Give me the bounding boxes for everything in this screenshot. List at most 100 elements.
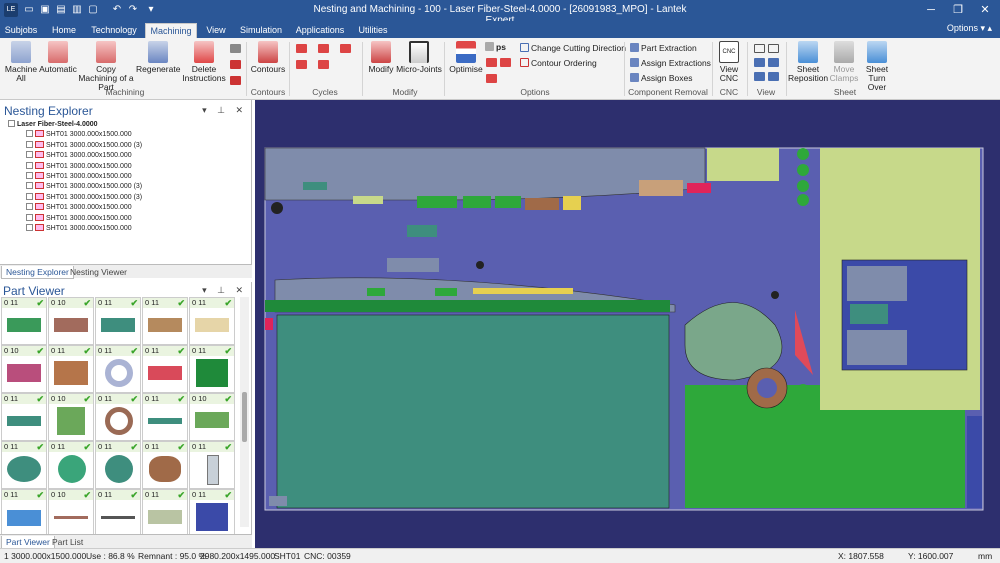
open-icon[interactable]: ▢ — [86, 3, 100, 17]
tab-applications[interactable]: Applications — [294, 23, 346, 38]
info-icon[interactable] — [754, 44, 765, 53]
part-cell[interactable]: 0 10 ✔ — [48, 489, 94, 537]
corner-cycle-icon[interactable] — [340, 44, 351, 53]
machine-all-button[interactable]: Machine All — [4, 41, 38, 83]
part-cell[interactable]: 0 11 ✔ — [95, 345, 141, 393]
tree-item[interactable]: SHT01 3000.000x1500.000 — [0, 151, 250, 161]
part-cell[interactable]: 0 11 ✔ — [1, 489, 47, 537]
part-cell[interactable]: 0 11 ✔ — [189, 489, 235, 537]
star-cycle-icon[interactable] — [296, 60, 307, 69]
expand-icon[interactable] — [26, 182, 33, 190]
part-cell[interactable]: 0 10 ✔ — [48, 393, 94, 441]
line-icon[interactable] — [230, 60, 241, 69]
part-cell[interactable]: 0 11 ✔ — [189, 297, 235, 345]
tree-root[interactable]: Laser Fiber-Steel-4.0000 — [0, 120, 250, 130]
optimise-button[interactable]: Optimise — [448, 41, 484, 74]
assign-extractions-button[interactable]: Assign Extractions — [630, 58, 711, 68]
expand-icon[interactable] — [26, 161, 33, 169]
save-icon[interactable]: ▣ — [38, 3, 52, 17]
expand-icon[interactable] — [26, 140, 33, 148]
part-cell[interactable]: 0 11 ✔ — [95, 393, 141, 441]
view-toggle-2-icon[interactable] — [768, 58, 779, 67]
redo-icon[interactable]: ↷ — [126, 3, 140, 17]
new-file-icon[interactable]: ▭ — [22, 3, 36, 17]
tree-item[interactable]: SHT01 3000.000x1500.000 — [0, 130, 250, 140]
close-icon[interactable]: ✕ — [972, 2, 998, 19]
ps-button[interactable]: ps — [485, 42, 506, 52]
part-cell[interactable]: 0 11 ✔ — [142, 297, 188, 345]
tab-nesting-explorer[interactable]: Nesting Explorer — [1, 266, 74, 279]
view-toggle-3-icon[interactable] — [754, 72, 765, 81]
contours-button[interactable]: Contours — [250, 41, 286, 74]
tree-item[interactable]: SHT01 3000.000x1500.000 (3) — [0, 140, 250, 151]
expand-icon[interactable] — [26, 213, 33, 221]
expand-icon[interactable] — [26, 130, 33, 138]
maximize-icon[interactable]: ❐ — [945, 2, 971, 19]
micro-joints-button[interactable]: Micro-Joints — [396, 41, 442, 74]
assign-boxes-button[interactable]: Assign Boxes — [630, 73, 693, 83]
nesting-canvas[interactable] — [255, 100, 1000, 548]
part-cell[interactable]: 0 11 ✔ — [1, 297, 47, 345]
tab-home[interactable]: Home — [48, 23, 80, 38]
minimize-icon[interactable]: ─ — [918, 2, 944, 19]
tree-item[interactable]: SHT01 3000.000x1500.000 — [0, 171, 250, 182]
sequence-icon[interactable] — [486, 58, 497, 67]
part-extraction-button[interactable]: Part Extraction — [630, 43, 697, 53]
tab-utilities[interactable]: Utilities — [354, 23, 392, 38]
save-all-icon[interactable]: ▤ — [54, 3, 68, 17]
part-cell[interactable]: 0 11 ✔ — [142, 345, 188, 393]
part-cell[interactable]: 0 11 ✔ — [1, 393, 47, 441]
expand-icon[interactable] — [26, 171, 33, 179]
order-icon[interactable] — [500, 58, 511, 67]
part-cell[interactable]: 0 11 ✔ — [142, 441, 188, 489]
change-cutting-direction-button[interactable]: Change Cutting Direction — [520, 43, 626, 53]
contour-ordering-button[interactable]: Contour Ordering — [520, 58, 597, 68]
circle-cycle-icon[interactable] — [296, 44, 307, 53]
part-viewer-scrollbar[interactable] — [240, 297, 249, 527]
collapse-icon[interactable] — [8, 120, 15, 127]
delete-instructions-button[interactable]: Delete Instructions — [180, 41, 228, 83]
tree-item[interactable]: SHT01 3000.000x1500.000 — [0, 213, 250, 224]
tree-item[interactable]: SHT01 3000.000x1500.000 — [0, 203, 250, 213]
modify-button[interactable]: Modify — [366, 41, 396, 74]
line-cycle-icon[interactable] — [318, 44, 329, 53]
part-cell[interactable]: 0 10 ✔ — [1, 345, 47, 393]
part-cell[interactable]: 0 11 ✔ — [142, 489, 188, 537]
move-clamps-button[interactable]: Move Clamps — [828, 41, 860, 83]
part-cell[interactable]: 0 11 ✔ — [189, 345, 235, 393]
scrollbar-thumb[interactable] — [242, 392, 247, 442]
tab-part-list[interactable]: Part List — [48, 536, 87, 548]
expand-icon[interactable] — [26, 151, 33, 159]
undo-icon[interactable]: ↶ — [110, 3, 124, 17]
regenerate-button[interactable]: Regenerate — [136, 41, 180, 74]
grid-cycle-icon[interactable] — [318, 60, 329, 69]
tab-technology[interactable]: Technology — [88, 23, 140, 38]
path-icon[interactable] — [486, 74, 497, 83]
part-cell[interactable]: 0 10 ✔ — [189, 393, 235, 441]
tab-subjobs[interactable]: Subjobs — [2, 23, 40, 38]
view-toggle-4-icon[interactable] — [768, 72, 779, 81]
part-cell[interactable]: 0 10 ✔ — [48, 297, 94, 345]
part-cell[interactable]: 0 11 ✔ — [48, 345, 94, 393]
part-cell[interactable]: 0 11 ✔ — [142, 393, 188, 441]
slash-icon[interactable] — [230, 76, 241, 85]
expand-icon[interactable] — [26, 203, 33, 211]
tree-item[interactable]: SHT01 3000.000x1500.000 — [0, 223, 250, 234]
part-cell[interactable]: 0 11 ✔ — [95, 489, 141, 537]
expand-icon[interactable] — [26, 223, 33, 231]
tab-simulation[interactable]: Simulation — [236, 23, 286, 38]
copy-machining-button[interactable]: Copy Machining of a Part — [78, 41, 134, 92]
tab-machining[interactable]: Machining — [145, 23, 197, 38]
expand-icon[interactable] — [26, 192, 33, 200]
view-cnc-button[interactable]: CNC View CNC — [714, 41, 744, 83]
customize-quick-access-icon[interactable]: ▾ — [144, 3, 158, 17]
part-cell[interactable]: 0 11 ✔ — [95, 297, 141, 345]
view-toggle-icon[interactable] — [754, 58, 765, 67]
panel-pin-close-icon[interactable]: ▾ ⊥ ✕ — [202, 285, 247, 296]
print-icon[interactable]: ▥ — [70, 3, 84, 17]
sheet-turn-over-button[interactable]: Sheet Turn Over — [860, 41, 894, 92]
tree-item[interactable]: SHT01 3000.000x1500.000 — [0, 161, 250, 172]
options-menu[interactable]: Options ▾ ▴ — [947, 23, 992, 34]
part-cell[interactable]: 0 11 ✔ — [48, 441, 94, 489]
tree-item[interactable]: SHT01 3000.000x1500.000 (3) — [0, 192, 250, 203]
